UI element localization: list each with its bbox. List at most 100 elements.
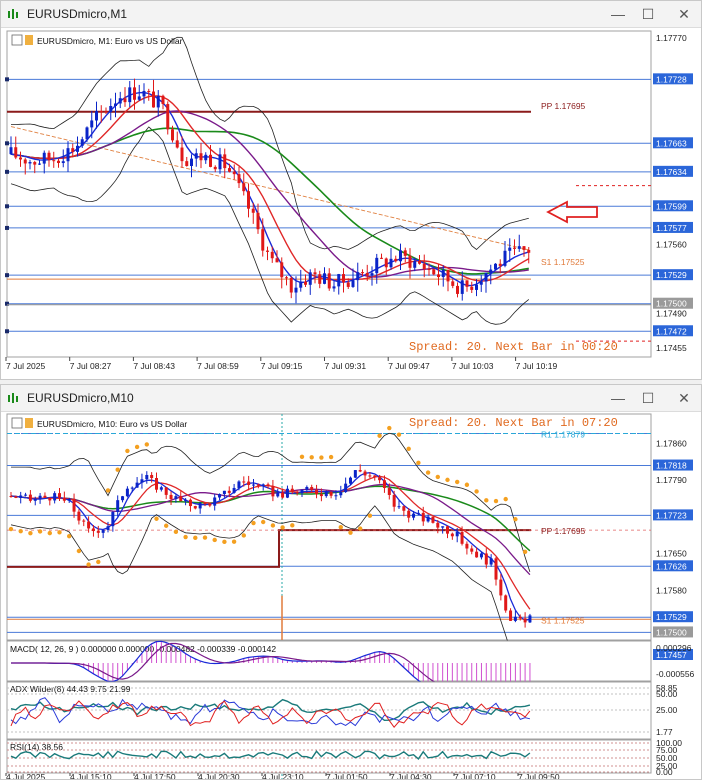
candle-body: [95, 111, 98, 121]
candle-body: [280, 262, 284, 278]
candle-body: [76, 145, 79, 152]
minimize-icon[interactable]: —: [607, 389, 629, 407]
candle-body: [213, 166, 217, 170]
candle-body: [503, 250, 507, 266]
parabolic-sar-dot: [338, 524, 343, 530]
price-axis-label: 1.17626: [656, 561, 687, 571]
candle-body: [327, 273, 331, 289]
price-axis-label: 1.17634: [656, 167, 687, 177]
time-axis-label: 7 Jul 07:10: [454, 772, 496, 780]
candle-body: [513, 247, 516, 249]
candle-body: [323, 273, 326, 284]
candle-body: [28, 494, 32, 501]
candle-body: [315, 489, 319, 495]
candle-body: [33, 498, 37, 501]
candle-body: [290, 488, 294, 492]
parabolic-sar-dot: [377, 433, 382, 438]
candle-body: [470, 548, 474, 552]
parabolic-sar-dot: [222, 539, 227, 545]
candle-body: [305, 487, 309, 490]
candle-body: [455, 532, 459, 537]
level-handle: [5, 169, 9, 174]
parabolic-sar-dot: [309, 455, 314, 460]
level-handle: [5, 329, 9, 334]
maximize-icon[interactable]: ☐: [637, 389, 659, 407]
candle-body: [109, 105, 113, 113]
parabolic-sar-dot: [270, 523, 276, 528]
parabolic-sar-dot: [416, 460, 421, 466]
candle-body: [281, 492, 285, 498]
candle-body: [465, 280, 469, 287]
candle-body: [80, 139, 84, 146]
candle-body: [475, 551, 479, 558]
candle-body: [300, 489, 304, 494]
candle-body: [484, 553, 488, 565]
candle-body: [266, 484, 270, 487]
candle-body: [252, 484, 255, 486]
chart-app-icon: [8, 9, 18, 19]
candle-body: [346, 282, 350, 287]
candle-body: [19, 495, 23, 498]
candle-body: [14, 147, 18, 158]
maximize-icon[interactable]: ☐: [637, 5, 659, 23]
candle-body: [499, 579, 503, 596]
candle-body: [380, 257, 383, 259]
price-chart-m10[interactable]: EURUSDmicro, M10: Euro vs US Dollar Sprea…: [1, 411, 702, 780]
parabolic-sar-dot: [193, 535, 198, 541]
price-axis-label: 1.17770: [656, 33, 687, 43]
candle-body: [104, 111, 108, 113]
parabolic-sar-dot: [154, 516, 159, 521]
candle-body: [508, 247, 512, 251]
candle-body: [295, 491, 299, 494]
minimize-icon[interactable]: —: [607, 5, 629, 23]
close-icon[interactable]: ✕: [673, 389, 695, 407]
candle-body: [61, 161, 65, 164]
candle-body: [337, 274, 341, 287]
candle-body: [509, 610, 513, 621]
candle-body: [313, 272, 317, 275]
price-axis-label: 1.17663: [656, 138, 687, 148]
window-title-bar[interactable]: EURUSDmicro,M10 — ☐ ✕: [1, 385, 701, 412]
time-axis-label: 7 Jul 04:30: [390, 772, 432, 780]
candle-body: [358, 470, 362, 472]
price-axis-label: 1.17472: [656, 326, 687, 336]
candle-body: [99, 111, 103, 113]
candle-body: [208, 503, 212, 506]
candle-body: [53, 493, 57, 501]
candle-body: [484, 272, 488, 282]
candle-body: [304, 281, 307, 285]
parabolic-sar-dot: [96, 559, 101, 565]
parabolic-sar-dot: [144, 442, 149, 447]
chart-window-m1: EURUSDmicro,M1 — ☐ ✕ EURUSDmicro, M1: Eu…: [0, 0, 702, 380]
parabolic-sar-dot: [396, 432, 402, 437]
close-icon[interactable]: ✕: [673, 5, 695, 23]
candle-body: [451, 281, 455, 286]
candle-body: [9, 495, 13, 497]
candle-body: [118, 98, 122, 104]
parabolic-sar-dot: [241, 533, 246, 538]
candle-body: [465, 543, 469, 549]
candle-body: [28, 162, 32, 164]
candle-body: [375, 257, 379, 274]
parabolic-sar-dot: [425, 470, 431, 475]
candle-body: [416, 512, 420, 514]
candle-body: [384, 258, 388, 268]
candle-body: [125, 488, 129, 497]
price-chart-m1[interactable]: EURUSDmicro, M1: Euro vs US Dollar PP 1.1…: [1, 27, 702, 379]
candle-body: [247, 481, 251, 486]
candle-body: [261, 229, 265, 251]
candle-body: [213, 497, 217, 506]
time-axis-label: 7 Jul 2025: [6, 361, 45, 371]
candle-body: [402, 506, 406, 511]
candle-body: [48, 497, 52, 501]
candle-body: [361, 272, 364, 274]
candle-body: [294, 287, 298, 293]
candle-body: [319, 494, 323, 497]
candle-body: [378, 477, 382, 481]
candle-body: [123, 98, 127, 103]
candle-body: [57, 160, 60, 164]
window-title-bar[interactable]: EURUSDmicro,M1 — ☐ ✕: [1, 1, 701, 28]
candle-body: [494, 558, 498, 580]
candle-body: [285, 277, 288, 279]
candle-body: [147, 90, 151, 92]
